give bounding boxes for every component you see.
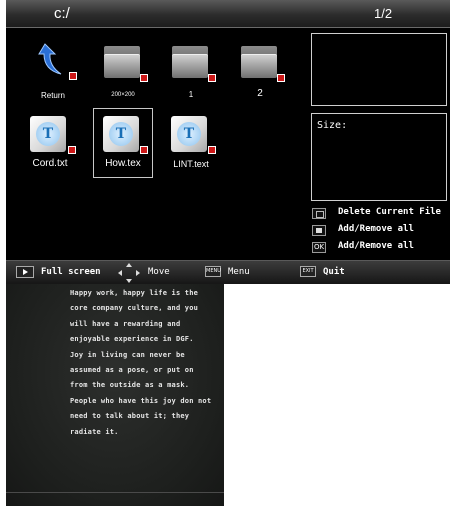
file-item-return[interactable]: Return	[21, 38, 85, 114]
text-line: Joy in living can never be	[70, 350, 185, 359]
file-label: Cord.txt	[32, 158, 68, 169]
quit-label: Quit	[323, 267, 345, 277]
square-key-icon	[312, 208, 326, 219]
red-badge-icon	[208, 146, 216, 154]
text-document-icon: T	[103, 116, 139, 152]
text-line: need to talk about it; they	[70, 412, 190, 421]
fullscreen-icon	[16, 266, 34, 278]
fullscreen-label: Full screen	[41, 267, 101, 277]
red-badge-icon	[208, 74, 216, 82]
file-browser-screen: c:/ 1/2 Return 200×200 1 2 T Cord.txt T …	[6, 0, 450, 284]
file-item-folder-1[interactable]: 1	[159, 38, 223, 114]
file-label: Return	[40, 91, 65, 100]
text-line: enjoyable experience in DGF.	[70, 335, 194, 344]
text-document-icon: T	[171, 116, 207, 152]
option-label: Add/Remove all	[338, 224, 414, 234]
menu-label: Menu	[228, 267, 250, 277]
folder-icon	[241, 46, 277, 78]
file-item-cord-txt[interactable]: T Cord.txt	[18, 110, 82, 186]
file-label: How.tex	[105, 158, 141, 169]
folder-icon	[172, 46, 208, 78]
filled-square-key-icon	[312, 225, 326, 236]
title-bar: c:/ 1/2	[6, 0, 450, 28]
red-badge-icon	[140, 74, 148, 82]
text-line: will have a rewarding and	[70, 319, 181, 328]
text-viewer-photo: Happy work, happy life is the core compa…	[6, 284, 224, 506]
file-info-panel: Size:	[311, 113, 447, 201]
file-label: 2	[257, 88, 263, 99]
preview-panel	[311, 33, 447, 106]
option-label: Add/Remove all	[338, 241, 414, 251]
text-line: from the outside as a mask.	[70, 381, 190, 390]
red-badge-icon	[69, 72, 77, 80]
size-label: Size:	[317, 120, 348, 131]
text-document-icon: T	[30, 116, 66, 152]
text-line: radiate it.	[70, 427, 119, 436]
folder-icon	[104, 46, 140, 78]
text-line: assumed as a pose, or put on	[70, 365, 194, 374]
page-indicator: 1/2	[374, 6, 393, 21]
file-label: 1	[188, 90, 194, 99]
red-badge-icon	[140, 146, 148, 154]
text-content: Happy work, happy life is the core compa…	[70, 289, 224, 443]
text-line: People who have this joy don not	[70, 396, 212, 405]
return-arrow-icon	[38, 43, 62, 75]
text-line: core company culture, and you	[70, 304, 199, 313]
move-label: Move	[148, 267, 170, 277]
current-path: c:/	[54, 5, 70, 22]
ok-key-icon: OK	[312, 242, 326, 253]
file-item-folder-200x200[interactable]: 200×200	[91, 38, 155, 114]
menu-key-icon: MENU	[205, 266, 221, 277]
direction-arrows-icon	[118, 263, 140, 283]
exit-key-icon: EXIT	[300, 266, 316, 277]
red-badge-icon	[68, 146, 76, 154]
text-line: Happy work, happy life is the	[70, 289, 199, 297]
file-item-lint-text[interactable]: T LINT.text	[159, 110, 223, 186]
file-item-folder-2[interactable]: 2	[228, 38, 292, 114]
file-label: 200×200	[111, 92, 135, 98]
screen-edge-line	[6, 492, 224, 493]
file-item-how-tex[interactable]: T How.tex	[91, 110, 155, 186]
bottom-help-bar: Full screen Move MENU Menu EXIT Quit	[6, 260, 450, 284]
file-label: LINT.text	[173, 159, 209, 169]
option-label: Delete Current File	[338, 207, 441, 217]
red-badge-icon	[277, 74, 285, 82]
